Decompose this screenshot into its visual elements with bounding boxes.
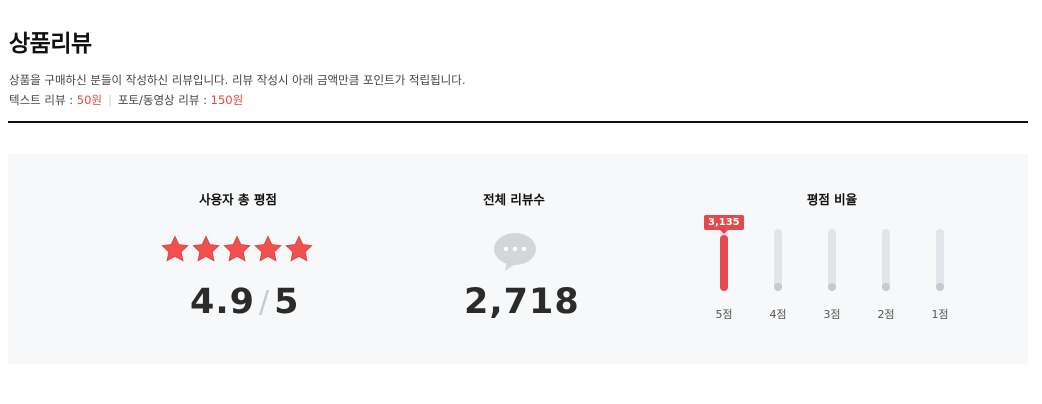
rating-count-tooltip: 3,135 [704, 215, 744, 234]
review-points-line: 텍스트 리뷰 : 50원 | 포토/동영상 리뷰 : 150원 [9, 90, 465, 110]
rating-bar-track [720, 229, 728, 291]
speech-bubble-icon [493, 232, 537, 272]
review-description: 상품을 구매하신 분들이 작성하신 리뷰입니다. 리뷰 작성시 아래 금액만큼 … [9, 70, 465, 110]
rating-bar-dot [936, 283, 944, 291]
rating-title: 사용자 총 평점 [199, 192, 277, 207]
rating-bar-track [828, 229, 836, 291]
header-divider [8, 121, 1028, 123]
review-count: 2,718 [464, 282, 580, 322]
rating-bar-label: 1점 [931, 308, 949, 321]
rating-bar-label: 3점 [823, 308, 841, 321]
photo-review-point: 150원 [210, 93, 244, 107]
rating-bar-track [936, 229, 944, 291]
rating-bar-label: 2점 [877, 308, 895, 321]
score-slash: / [259, 284, 271, 320]
score-value: 4.9 [190, 282, 256, 322]
text-review-point: 50원 [76, 93, 102, 107]
star-icon [222, 234, 252, 268]
review-count-title: 전체 리뷰수 [483, 192, 545, 207]
rating-bar-dot [774, 283, 782, 291]
rating-bar-dot [828, 283, 836, 291]
rating-ratio-chart: 3,135 5점 4점 3점 2점 1점 [704, 215, 964, 334]
page-title: 상품리뷰 [9, 31, 92, 57]
star-icon [253, 234, 283, 268]
rating-ratio-title: 평점 비율 [806, 192, 858, 207]
rating-bar-label: 5점 [715, 308, 733, 321]
star-icon [284, 234, 314, 268]
score-max: 5 [274, 282, 300, 322]
divider: | [107, 93, 112, 107]
rating-bar-label: 4점 [769, 308, 787, 321]
average-score: 4.9/5 [190, 282, 299, 322]
star-icon [191, 234, 221, 268]
review-summary-panel: 사용자 총 평점 4.9/5 전체 리뷰수 2,718 평점 비율 3,135 5… [8, 154, 1028, 364]
rating-bar-track [774, 229, 782, 291]
star-icon [160, 234, 190, 268]
rating-bar-fill [720, 235, 728, 291]
text-review-label: 텍스트 리뷰 : [9, 93, 77, 107]
star-rating [160, 234, 314, 268]
review-description-line1: 상품을 구매하신 분들이 작성하신 리뷰입니다. 리뷰 작성시 아래 금액만큼 … [9, 73, 466, 87]
rating-bar-track [882, 229, 890, 291]
photo-review-label: 포토/동영상 리뷰 : [117, 93, 211, 107]
rating-bar-dot [882, 283, 890, 291]
